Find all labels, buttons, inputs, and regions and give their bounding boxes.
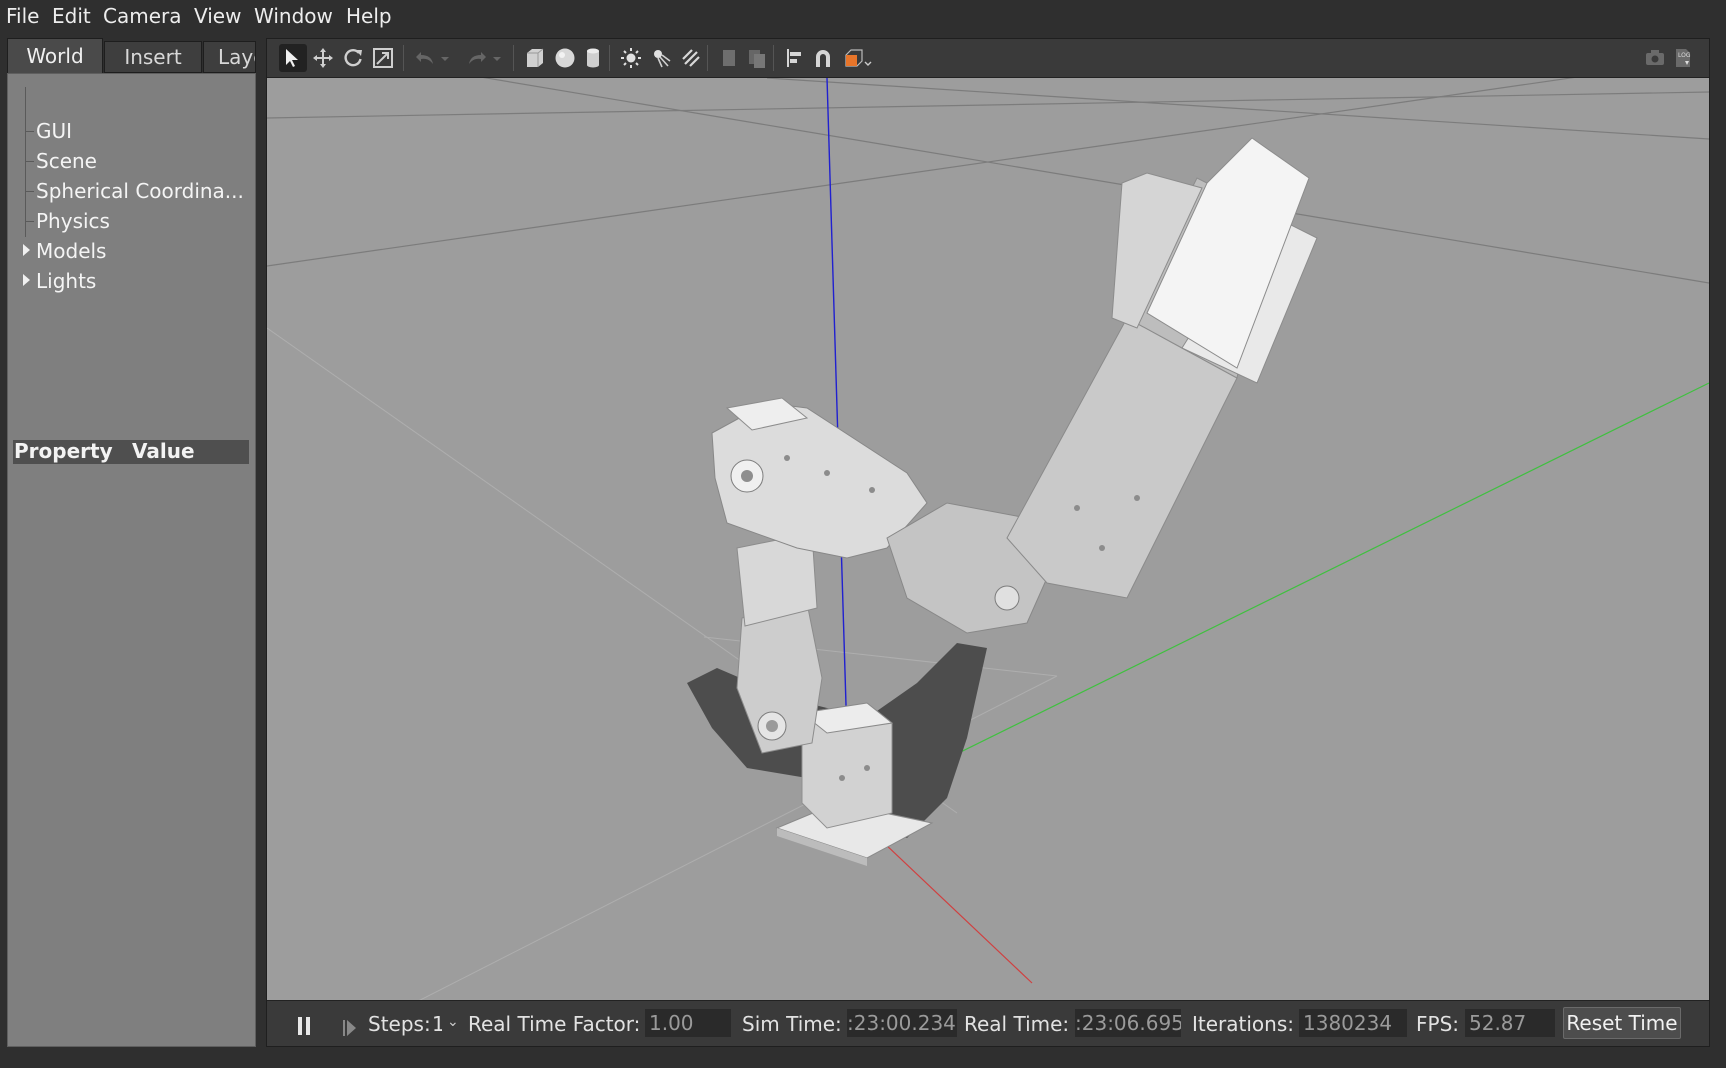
copy-icon[interactable]	[715, 44, 743, 72]
svg-text:LOG: LOG	[1678, 52, 1691, 59]
undo-dropdown-icon[interactable]	[437, 44, 453, 72]
pause-icon	[298, 1017, 310, 1035]
sim-time-label: Sim Time:	[742, 1012, 842, 1036]
tree-item-scene[interactable]: Scene	[36, 149, 97, 173]
3d-scene-view[interactable]	[267, 57, 1709, 1046]
tab-world[interactable]: World	[7, 38, 103, 74]
fps-field: 52.87	[1465, 1009, 1555, 1037]
menu-view[interactable]: View	[194, 4, 241, 28]
z-axis-line	[826, 77, 848, 739]
tree-item-models[interactable]: Models	[36, 239, 106, 263]
screenshot-camera-icon[interactable]	[1641, 44, 1669, 72]
tab-layers[interactable]: Layers	[203, 41, 256, 73]
scene-canvas	[267, 57, 1709, 1046]
menu-help[interactable]: Help	[346, 4, 392, 28]
tree-item-lights[interactable]: Lights	[36, 269, 96, 293]
toolbar-separator	[513, 45, 514, 71]
step-forward-icon	[343, 1020, 356, 1036]
step-button[interactable]	[343, 1017, 357, 1041]
real-time-factor-field: 1.00	[645, 1009, 731, 1037]
status-bar: Steps: 1 ⌄ Real Time Factor: 1.00 Sim Ti…	[267, 1000, 1709, 1046]
directional-light-icon[interactable]	[677, 44, 705, 72]
redo-dropdown-icon[interactable]	[489, 44, 505, 72]
cylinder-shape-icon[interactable]	[579, 44, 607, 72]
pause-button[interactable]	[297, 1016, 311, 1040]
tree-guide-line	[25, 87, 26, 237]
toolbar-separator	[707, 45, 708, 71]
menu-window[interactable]: Window	[254, 4, 333, 28]
tree-item-gui[interactable]: GUI	[36, 119, 72, 143]
tab-insert[interactable]: Insert	[104, 41, 202, 73]
fps-label: FPS:	[1416, 1012, 1459, 1036]
menu-file[interactable]: File	[6, 4, 39, 28]
undo-icon[interactable]	[411, 44, 439, 72]
align-icon[interactable]	[781, 44, 809, 72]
steps-dropdown-icon[interactable]: ⌄	[447, 1014, 459, 1030]
world-tree-panel: GUI Scene Spherical Coordina... Physics …	[7, 73, 256, 1047]
real-time-factor-label: Real Time Factor:	[468, 1012, 641, 1036]
steps-label: Steps:	[368, 1012, 431, 1036]
view-angle-icon[interactable]	[841, 44, 875, 72]
render-viewport: LOG Steps: ⌄ Real Time Factor: 1.00 Sim …	[266, 38, 1710, 1047]
viewport-toolbar: LOG	[267, 39, 1709, 78]
tree-branch	[25, 161, 34, 162]
scale-icon[interactable]	[369, 44, 397, 72]
paste-icon[interactable]	[743, 44, 771, 72]
menu-edit[interactable]: Edit	[52, 4, 91, 28]
tree-branch	[25, 131, 34, 132]
sphere-shape-icon[interactable]	[551, 44, 579, 72]
left-panel: World Insert Layers GUI Scene Spherical …	[7, 38, 256, 1047]
real-time-field: :23:06.695	[1075, 1009, 1181, 1037]
steps-spinbox[interactable]: 1	[432, 1012, 442, 1036]
tree-item-physics[interactable]: Physics	[36, 209, 110, 233]
iterations-label: Iterations:	[1192, 1012, 1294, 1036]
reset-time-button[interactable]: Reset Time	[1563, 1007, 1681, 1039]
robot-arm-model[interactable]	[711, 137, 1318, 866]
tree-branch	[25, 221, 34, 222]
box-shape-icon[interactable]	[521, 44, 549, 72]
tree-branch	[25, 191, 34, 192]
real-time-label: Real Time:	[964, 1012, 1070, 1036]
log-record-icon[interactable]: LOG	[1669, 44, 1697, 72]
property-column-header: Property	[14, 439, 113, 463]
select-arrow-icon[interactable]	[279, 44, 307, 72]
iterations-field: 1380234	[1299, 1009, 1407, 1037]
spot-light-icon[interactable]	[647, 44, 675, 72]
tree-item-spherical-coordinates[interactable]: Spherical Coordina...	[36, 179, 244, 203]
point-light-icon[interactable]	[617, 44, 645, 72]
menu-camera[interactable]: Camera	[103, 4, 182, 28]
toolbar-separator	[609, 45, 610, 71]
expand-arrow-icon[interactable]	[23, 274, 30, 286]
sim-time-field: :23:00.234	[847, 1009, 957, 1037]
property-table-header: Property Value	[13, 439, 249, 464]
menu-bar: File Edit Camera View Window Help	[0, 0, 1726, 34]
rotate-icon[interactable]	[339, 44, 367, 72]
toolbar-separator	[403, 45, 404, 71]
snap-magnet-icon[interactable]	[809, 44, 837, 72]
value-column-header: Value	[132, 439, 195, 463]
expand-arrow-icon[interactable]	[23, 244, 30, 256]
redo-icon[interactable]	[463, 44, 491, 72]
toolbar-separator	[773, 45, 774, 71]
translate-icon[interactable]	[309, 44, 337, 72]
